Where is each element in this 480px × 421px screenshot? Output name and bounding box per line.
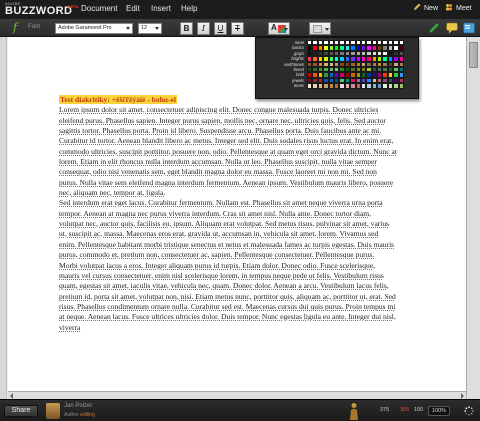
comment-icon[interactable]: [445, 21, 459, 35]
menu-edit[interactable]: Edit: [126, 4, 140, 13]
author-role-prefix: Author: [64, 412, 79, 418]
font-size-select[interactable]: 12: [138, 23, 162, 34]
author-role: Author editing: [64, 412, 95, 418]
font-family-value: Adobe Garamond Pro: [58, 25, 112, 31]
paragraph-1[interactable]: Lorem ipsum dolor sit amet, consectetuer…: [59, 105, 397, 136]
people-icon: [446, 4, 452, 11]
logo-beta-tag: BETA: [68, 4, 79, 9]
avatar: [46, 403, 60, 419]
chevron-down-icon: [325, 28, 329, 31]
font-f-icon: f: [13, 21, 18, 34]
author-role-state: editing: [80, 412, 95, 418]
pencil-icon: [413, 3, 421, 11]
buzzword-app: ADOBE BUZZWORD BETA Document Edit Insert…: [0, 0, 480, 421]
statue-icon: [350, 403, 358, 420]
underline-button[interactable]: U: [214, 22, 227, 35]
page-count: 305: [400, 407, 410, 413]
palette-name-list: none basics grays brights earthtones forest bo…: [258, 40, 304, 89]
font-size-value: 12: [141, 25, 148, 31]
third-stat: 100: [414, 407, 424, 413]
paragraph-4[interactable]: Morbi volutpat lacus a eros. Integer ali…: [59, 261, 397, 333]
zoom-level[interactable]: 100%: [428, 406, 450, 416]
menu-insert[interactable]: Insert: [151, 4, 171, 13]
text-color-glyph: A: [271, 23, 277, 32]
palette-row-tones: [307, 83, 405, 89]
menu-document[interactable]: Document: [81, 4, 117, 13]
strikethrough-button[interactable]: T: [231, 22, 244, 35]
top-menu-bar: ADOBE BUZZWORD BETA Document Edit Insert…: [0, 0, 480, 19]
share-button[interactable]: Share: [4, 405, 38, 417]
chevron-down-icon: [155, 27, 159, 30]
menu-help[interactable]: Help: [181, 4, 197, 13]
bold-button[interactable]: B: [180, 22, 193, 35]
meet-button[interactable]: Meet: [445, 3, 472, 12]
left-ruler: [0, 37, 7, 399]
highlight-color-button[interactable]: [309, 22, 331, 35]
paragraph-2[interactable]: Curabitur id tortor. Aenean blandit libe…: [59, 136, 397, 198]
pencil-edit-icon[interactable]: [427, 21, 441, 35]
new-label: New: [424, 5, 439, 12]
chevron-down-icon: [284, 28, 288, 31]
document-body[interactable]: Test diakritiky: +ěščřžýáíé - bohu-el Lo…: [59, 95, 397, 333]
sidebar-panel-icon[interactable]: [462, 21, 476, 35]
logo-buzzword-text: BUZZWORD: [5, 5, 73, 17]
font-label: Font: [28, 24, 41, 30]
italic-button[interactable]: I: [197, 22, 210, 35]
highlight-swatch-icon: [313, 25, 322, 33]
loading-spinner-icon: [464, 406, 474, 416]
text-color-button[interactable]: A: [268, 22, 290, 35]
font-family-select[interactable]: Adobe Garamond Pro: [55, 23, 133, 34]
color-swatch[interactable]: [398, 83, 405, 89]
document-heading[interactable]: Test diakritiky: +ěščřžýáíé - bohu-el: [59, 95, 177, 104]
meet-label: Meet: [456, 5, 472, 12]
color-swatch-grid: [307, 40, 405, 89]
paragraph-3[interactable]: Sed interdum erat eget lacus. Curabitur …: [59, 198, 397, 260]
chevron-down-icon: [126, 27, 130, 30]
word-count: 375: [380, 407, 390, 413]
palette-name-tones: tones: [293, 83, 304, 89]
author-name: Jan Polzer: [64, 403, 93, 409]
horizontal-scrollbar[interactable]: [8, 391, 466, 399]
color-picker-popup: none basics grays brights earthtones forest bo…: [255, 37, 419, 99]
new-document-button[interactable]: New: [413, 3, 438, 12]
vertical-scroll-thumb[interactable]: [469, 42, 478, 68]
status-bar: Share Jan Polzer Author editing 375 305 …: [0, 399, 480, 421]
formatting-toolbar: f Font Adobe Garamond Pro 12 B I U T A: [0, 19, 480, 37]
vertical-scrollbar[interactable]: [466, 37, 480, 399]
